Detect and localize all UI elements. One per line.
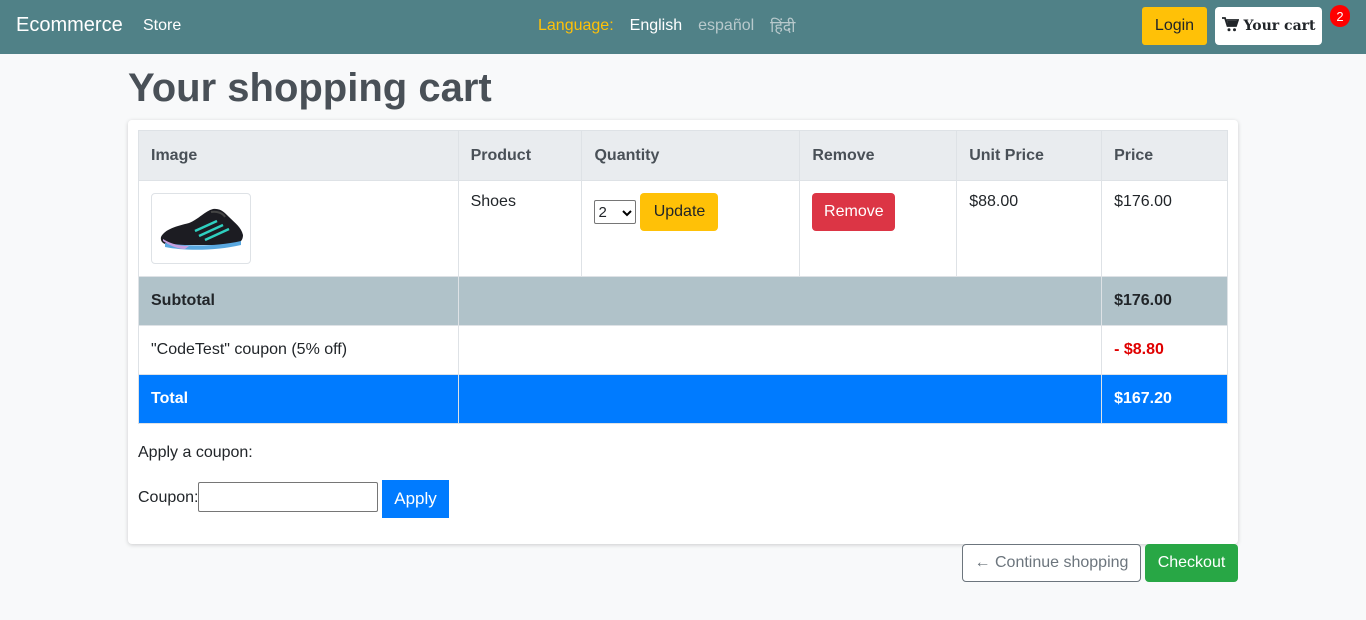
login-button[interactable]: Login — [1142, 7, 1207, 45]
nav-store-link[interactable]: Store — [143, 17, 181, 35]
language-label: Language: — [538, 17, 614, 34]
shoe-image — [160, 208, 243, 250]
header-quantity: Quantity — [581, 130, 801, 181]
coupon-discount-label: "CodeTest" coupon (5% off) — [138, 325, 459, 375]
product-thumbnail[interactable] — [151, 193, 251, 264]
subtotal-row: Subtotal $176.00 — [138, 276, 1228, 326]
coupon-field-label: Coupon: — [138, 489, 199, 506]
your-cart-button[interactable]: Your cart — [1215, 7, 1322, 45]
page-title: Your shopping cart — [128, 66, 492, 110]
total-row: Total $167.20 — [138, 374, 1228, 424]
header-image: Image — [138, 130, 459, 181]
quantity-value: 2 — [598, 203, 607, 221]
subtotal-label: Subtotal — [138, 276, 459, 326]
coupon-row: "CodeTest" coupon (5% off) - $8.80 — [138, 325, 1228, 375]
top-navbar: Ecommerce Store Language: English españo… — [0, 0, 1366, 54]
table-row: Shoes 2 Update Remove $88.00 $176.00 — [138, 180, 1228, 277]
total-label: Total — [138, 374, 459, 424]
header-price: Price — [1101, 130, 1228, 181]
header-unit-price: Unit Price — [956, 130, 1103, 181]
table-header-row: Image Product Quantity Remove Unit Price… — [138, 130, 1228, 181]
cart-table: Image Product Quantity Remove Unit Price… — [138, 130, 1228, 424]
quantity-select[interactable]: 2 — [594, 200, 637, 224]
subtotal-value: $176.00 — [1101, 276, 1228, 326]
language-english[interactable]: English — [630, 17, 682, 37]
continue-shopping-button[interactable]: ← Continue shopping — [962, 544, 1141, 582]
total-value: $167.20 — [1101, 374, 1228, 424]
language-hindi[interactable]: हिंदी — [770, 15, 795, 37]
update-button[interactable]: Update — [640, 193, 719, 231]
cart-card: Image Product Quantity Remove Unit Price… — [128, 120, 1238, 544]
quantity-cell: 2 Update — [581, 180, 801, 277]
unit-price: $88.00 — [956, 180, 1103, 277]
product-name: Shoes — [457, 180, 583, 277]
cart-count-badge: 2 — [1330, 5, 1350, 27]
coupon-discount-value: - $8.80 — [1101, 325, 1228, 375]
cart-label: Your cart — [1243, 18, 1316, 34]
remove-button[interactable]: Remove — [812, 193, 896, 231]
shopping-cart-icon — [1221, 16, 1239, 36]
chevron-down-icon — [622, 204, 633, 221]
coupon-input[interactable] — [198, 482, 378, 512]
apply-coupon-button[interactable]: Apply — [382, 480, 449, 518]
line-price: $176.00 — [1101, 180, 1228, 277]
remove-cell: Remove — [799, 180, 958, 277]
language-switcher: Language: English español हिंदी — [538, 17, 795, 37]
language-spanish[interactable]: español — [698, 17, 754, 37]
image-cell — [138, 180, 459, 277]
header-remove: Remove — [799, 130, 958, 181]
brand-link[interactable]: Ecommerce — [16, 14, 123, 37]
apply-coupon-heading: Apply a coupon: — [138, 444, 253, 461]
header-product: Product — [457, 130, 583, 181]
checkout-button[interactable]: Checkout — [1145, 544, 1238, 582]
